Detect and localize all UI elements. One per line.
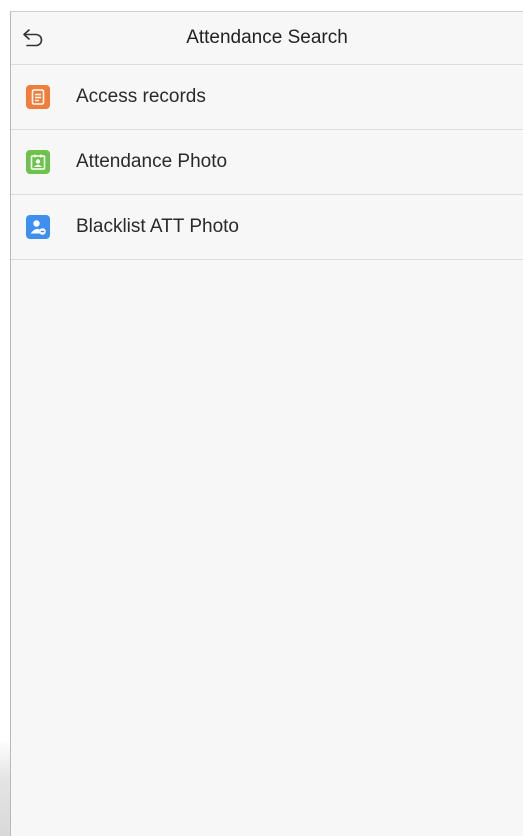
background-edge [0,740,10,836]
device-screen: Attendance Search Access records Attenda… [10,11,523,836]
user-blocked-icon [26,215,50,239]
menu-item-label: Attendance Photo [76,151,228,172]
photo-id-icon [26,150,50,174]
menu-item-label: Blacklist ATT Photo [76,216,239,237]
page: Attendance Search Access records Attenda… [0,0,523,836]
menu-item-access-records[interactable]: Access records [11,65,523,130]
menu-item-blacklist-att-photo[interactable]: Blacklist ATT Photo [11,195,523,260]
menu-item-attendance-photo[interactable]: Attendance Photo [11,130,523,195]
document-icon [26,85,50,109]
menu-item-label: Access records [76,86,206,107]
header-bar: Attendance Search [11,12,523,65]
page-title: Attendance Search [186,27,348,48]
